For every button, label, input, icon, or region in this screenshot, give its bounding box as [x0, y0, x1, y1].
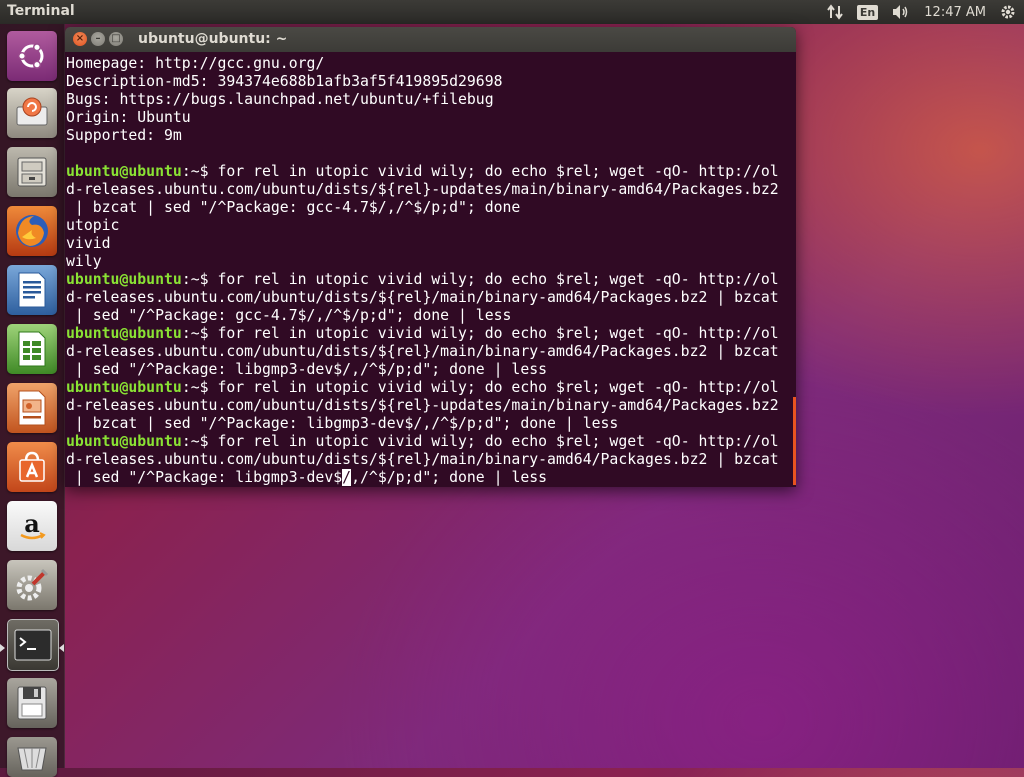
terminal-input-line: | sed "/^Package: libgmp3-dev$/,/^$/p;d"…	[66, 469, 796, 487]
prompt-user: ubuntu@ubuntu	[66, 433, 182, 450]
amazon-icon[interactable]: a	[7, 501, 57, 551]
volume-icon[interactable]	[892, 4, 910, 20]
libreoffice-writer-icon[interactable]	[7, 265, 57, 315]
trash-icon[interactable]	[7, 737, 57, 777]
minimize-button[interactable]: –	[91, 32, 105, 46]
terminal-icon[interactable]	[7, 619, 59, 671]
terminal-output-line: d-releases.ubuntu.com/ubuntu/dists/${rel…	[66, 181, 779, 198]
terminal-output[interactable]: Homepage: http://gcc.gnu.org/Description…	[66, 55, 796, 487]
window-titlebar[interactable]: × – □ ubuntu@ubuntu: ~	[65, 27, 796, 52]
command-text: for rel in utopic vivid wily; do echo $r…	[217, 325, 779, 342]
prompt-user: ubuntu@ubuntu	[66, 325, 182, 342]
top-panel: Terminal En 12:47 AM	[0, 0, 1024, 24]
terminal-output-line: d-releases.ubuntu.com/ubuntu/dists/${rel…	[66, 343, 779, 360]
keyboard-layout-label: En	[856, 4, 879, 20]
terminal-prompt-line: ubuntu@ubuntu:~$ for rel in utopic vivid…	[66, 163, 796, 181]
system-settings-icon[interactable]	[7, 560, 57, 610]
terminal-output-line: Origin: Ubuntu	[66, 109, 191, 126]
software-updater-icon[interactable]	[7, 88, 57, 138]
terminal-output-line: | sed "/^Package: libgmp3-dev$/,/^$/p;d"…	[66, 361, 548, 378]
ubuntu-software-center-icon[interactable]	[7, 442, 57, 492]
terminal-prompt-line: ubuntu@ubuntu:~$ for rel in utopic vivid…	[66, 325, 796, 343]
window-title: ubuntu@ubuntu: ~	[138, 31, 288, 47]
terminal-output-line: Supported: 9m	[66, 127, 182, 144]
terminal-output-line: | sed "/^Package: gcc-4.7$/,/^$/p;d"; do…	[66, 307, 512, 324]
terminal-output-line: Bugs: https://bugs.launchpad.net/ubuntu/…	[66, 91, 494, 108]
command-text: | sed "/^Package: libgmp3-dev$	[66, 469, 343, 486]
command-text: for rel in utopic vivid wily; do echo $r…	[217, 163, 779, 180]
terminal-output-line: d-releases.ubuntu.com/ubuntu/dists/${rel…	[66, 451, 779, 468]
terminal-window[interactable]: × – □ ubuntu@ubuntu: ~ Homepage: http://…	[65, 27, 796, 487]
prompt-path: :~$	[181, 325, 218, 342]
close-button[interactable]: ×	[73, 32, 87, 46]
active-app-title: Terminal	[7, 3, 75, 19]
command-text: for rel in utopic vivid wily; do echo $r…	[217, 271, 779, 288]
terminal-output-line: | bzcat | sed "/^Package: gcc-4.7$/,/^$/…	[66, 199, 521, 216]
terminal-output-line: vivid	[66, 235, 111, 252]
terminal-output-line: d-releases.ubuntu.com/ubuntu/dists/${rel…	[66, 289, 779, 306]
prompt-path: :~$	[181, 271, 218, 288]
terminal-output-line: d-releases.ubuntu.com/ubuntu/dists/${rel…	[66, 397, 779, 414]
maximize-button[interactable]: □	[109, 32, 123, 46]
command-text: for rel in utopic vivid wily; do echo $r…	[217, 379, 779, 396]
running-indicator	[0, 644, 5, 652]
terminal-prompt-line: ubuntu@ubuntu:~$ for rel in utopic vivid…	[66, 379, 796, 397]
drive-icon[interactable]	[7, 678, 57, 728]
indicator-area: En 12:47 AM	[827, 0, 1024, 24]
terminal-output-line: | bzcat | sed "/^Package: libgmp3-dev$/,…	[66, 415, 619, 432]
focused-indicator	[59, 644, 64, 652]
prompt-user: ubuntu@ubuntu	[66, 163, 182, 180]
svg-text:a: a	[24, 509, 40, 538]
session-gear-icon[interactable]	[1000, 4, 1016, 20]
prompt-user: ubuntu@ubuntu	[66, 271, 182, 288]
ubuntu-dash-icon[interactable]	[7, 31, 57, 81]
libreoffice-impress-icon[interactable]	[7, 383, 57, 433]
terminal-prompt-line: ubuntu@ubuntu:~$ for rel in utopic vivid…	[66, 271, 796, 289]
prompt-path: :~$	[181, 163, 218, 180]
prompt-path: :~$	[181, 433, 218, 450]
terminal-output-line: utopic	[66, 217, 120, 234]
libreoffice-calc-icon[interactable]	[7, 324, 57, 374]
files-icon[interactable]	[7, 147, 57, 197]
text-cursor: /	[342, 469, 352, 486]
clock[interactable]: 12:47 AM	[924, 5, 986, 20]
prompt-user: ubuntu@ubuntu	[66, 379, 182, 396]
terminal-output-line: wily	[66, 253, 102, 270]
scroll-position-marker	[793, 397, 796, 485]
network-icon[interactable]	[827, 4, 843, 20]
keyboard-layout-icon[interactable]: En	[856, 4, 879, 20]
terminal-output-line: Homepage: http://gcc.gnu.org/	[66, 55, 325, 72]
terminal-prompt-line: ubuntu@ubuntu:~$ for rel in utopic vivid…	[66, 433, 796, 451]
launcher: a	[0, 24, 65, 777]
command-text: ,/^$/p;d"; done | less	[351, 469, 548, 486]
prompt-path: :~$	[181, 379, 218, 396]
firefox-icon[interactable]	[7, 206, 57, 256]
terminal-output-line: Description-md5: 394374e688b1afb3af5f419…	[66, 73, 503, 90]
command-text: for rel in utopic vivid wily; do echo $r…	[217, 433, 779, 450]
